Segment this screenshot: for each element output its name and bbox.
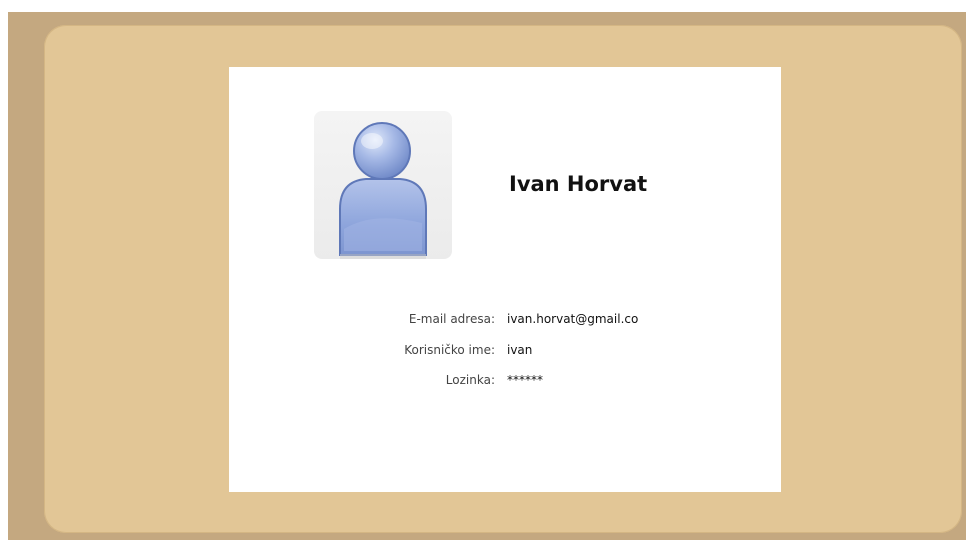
page: Ivan Horvat E-mail adresa: ivan.horvat@g…	[0, 0, 966, 540]
username-label: Korisničko ime:	[404, 343, 495, 357]
user-full-name: Ivan Horvat	[509, 172, 648, 196]
password-label: Lozinka:	[445, 373, 495, 387]
user-silhouette-icon	[314, 111, 452, 259]
username-value: ivan	[507, 343, 533, 357]
email-row: E-mail adresa: ivan.horvat@gmail.co	[330, 312, 710, 330]
password-row: Lozinka: ******	[330, 373, 710, 391]
email-label: E-mail adresa:	[408, 312, 495, 326]
username-row: Korisničko ime: ivan	[330, 343, 710, 361]
email-value: ivan.horvat@gmail.co	[507, 312, 639, 326]
password-value: ******	[507, 373, 543, 387]
profile-card	[229, 67, 781, 492]
